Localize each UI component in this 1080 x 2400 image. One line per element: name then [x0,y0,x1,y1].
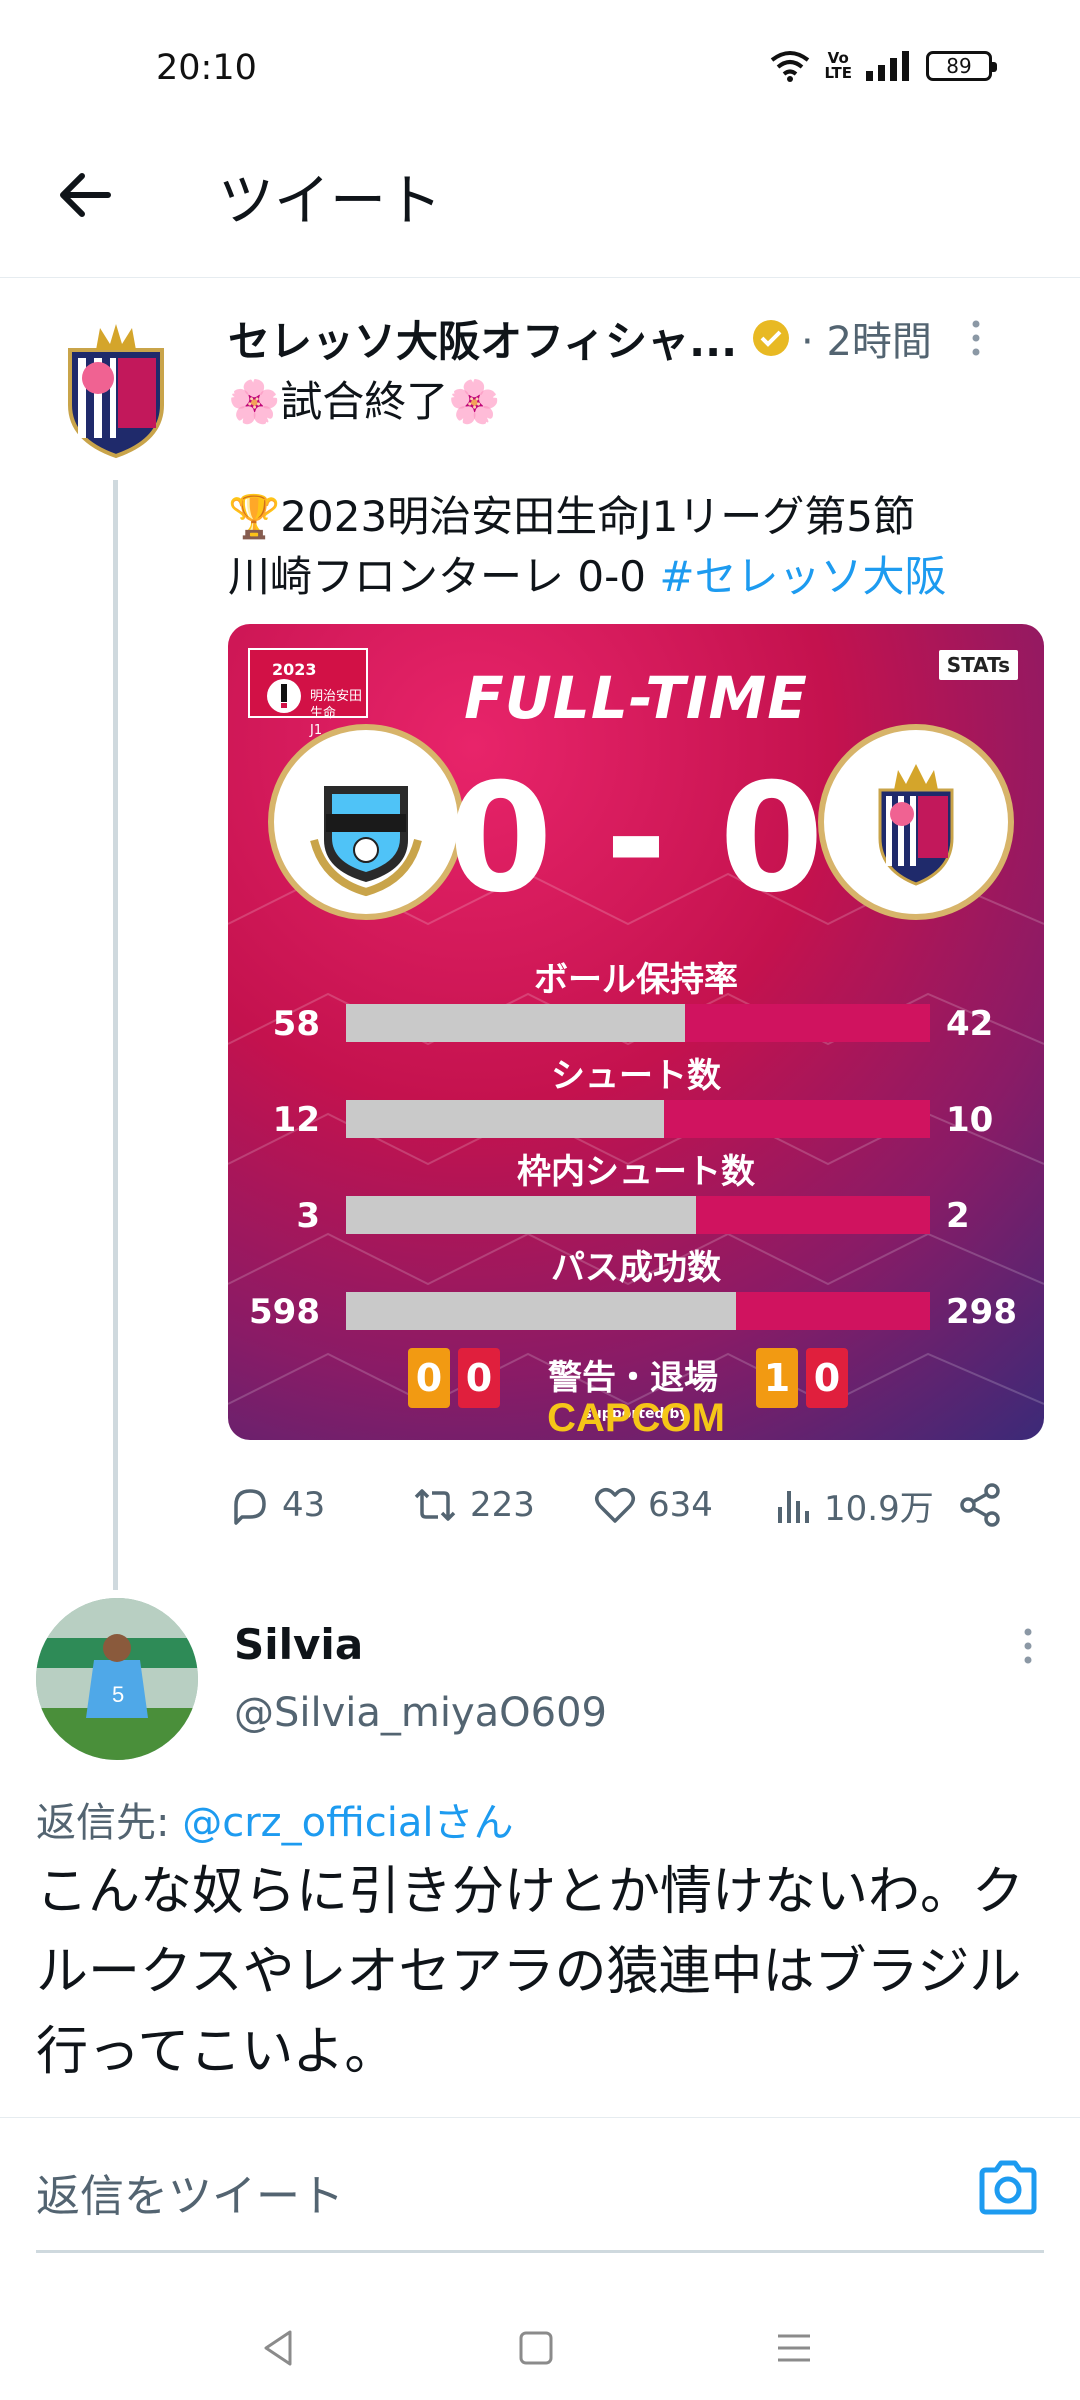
more-options-icon[interactable] [966,318,986,358]
reply-text: こんな奴らに引き分けとか情けないわ。クルークスやレオセアラの猿連中はブラジル行っ… [36,1862,1025,2082]
view-count: 10.9万 [824,1488,934,1529]
author-name[interactable]: セレッソ大阪オフィシャ... [228,308,737,369]
away-team-crest [818,724,1014,920]
verified-badge-icon [753,320,790,356]
wifi-icon [771,51,810,82]
like-count: 634 [648,1485,713,1525]
stat-away-value: 298 [946,1292,1017,1332]
tweet-line-3: 川崎フロンターレ 0-0 #セレッソ大阪 [228,552,947,601]
stat-home-value: 12 [272,1100,320,1140]
tweet-time: · 2時間 [801,319,932,365]
volte-indicator: Vo LTE [824,49,852,82]
nav-back-icon[interactable] [248,2318,308,2378]
stat-away-value: 10 [946,1100,994,1140]
stat-home-value: 58 [272,1004,320,1044]
tweet-actions: 43 223 634 10.9万 [228,1470,1028,1540]
like-button[interactable]: 634 [592,1470,713,1540]
svg-text:5: 5 [112,1682,124,1707]
views-chart-icon [778,1491,809,1523]
stat-bar-home-fill [346,1004,685,1042]
views-button[interactable]: 10.9万 [774,1470,934,1540]
stat-bar [346,1004,930,1042]
stat-label-shots-on-target: 枠内シュート数 [517,1152,755,1192]
reply-button[interactable]: 43 [228,1470,325,1540]
stat-bar [346,1292,930,1330]
camera-icon[interactable] [976,2158,1040,2218]
tweet-line-2: 🏆2023明治安田生命J1リーグ第5節 [228,492,916,541]
status-time: 20:10 [156,48,257,88]
match-stats-image[interactable]: 2023 明治安田生命J1 LEAGUE STATs FULL-TIME 0 -… [228,624,1044,1440]
page-title: ツイート [218,169,442,234]
stat-row-shots-on-target: 3 2 [228,1196,1044,1236]
signal-icon [866,51,909,81]
retweet-count: 223 [470,1485,535,1525]
back-arrow-icon[interactable] [50,160,120,230]
sponsor-logo: CAPCOM [547,1396,725,1440]
nav-menu-icon[interactable] [764,2318,824,2378]
stat-bar [346,1196,930,1234]
reply-compose-input[interactable]: 返信をツイート [36,2160,344,2224]
stat-label-passes: パス成功数 [551,1248,721,1288]
compose-divider [0,2117,1080,2118]
stat-label-shots: シュート数 [551,1056,721,1096]
reply-author-name[interactable]: Silvia [234,1620,363,1669]
retweet-icon [414,1489,456,1521]
stat-row-shots: 12 10 [228,1100,1044,1140]
stat-label-possession: ボール保持率 [534,960,738,1000]
stat-home-value: 3 [296,1196,320,1236]
stat-bar [346,1100,930,1138]
status-icons: Vo LTE 89 [770,49,997,82]
reply-to-prefix: 返信先: [36,1800,183,1846]
top-bar: ツイート [0,130,1080,278]
status-bar: 20:10 Vo LTE 89 [0,0,1080,130]
stat-row-passes: 598 298 [228,1292,1044,1332]
battery-icon: 89 [926,51,997,81]
system-nav-bar [0,2290,1080,2400]
stat-bar-home-fill [346,1196,697,1234]
tweet-line-1: 🌸試合終了🌸 [228,377,501,426]
reply-to-mention[interactable]: @crz_officialさん [182,1800,513,1846]
reply-icon [234,1489,266,1525]
compose-underline [36,2250,1044,2253]
stat-bar-home-fill [346,1292,736,1330]
reply-author-avatar[interactable]: 5 [36,1598,198,1760]
stat-bar-home-fill [346,1100,665,1138]
thread-line [113,480,118,1590]
tweet-text: 🌸試合終了🌸 🏆2023明治安田生命J1リーグ第5節 川崎フロンターレ 0-0 … [228,372,1028,607]
stat-home-value: 598 [249,1292,320,1332]
stat-away-value: 42 [946,1004,994,1044]
reply-more-options-icon[interactable] [1018,1626,1038,1666]
stat-away-value: 2 [946,1196,970,1236]
heart-icon [595,1488,635,1523]
reply-to-line: 返信先: @crz_officialさん [36,1790,514,1848]
hashtag-link[interactable]: #セレッソ大阪 [659,552,946,601]
reply-author-handle[interactable]: @Silvia_miyaO609 [234,1690,607,1736]
stat-row-possession: 58 42 [228,1004,1044,1044]
reply-count: 43 [282,1485,326,1525]
share-icon[interactable] [958,1482,1004,1528]
nav-home-icon[interactable] [506,2318,566,2378]
tweet-header: セレッソ大阪オフィシャ... · 2時間 [228,306,1028,370]
fulltime-title: FULL-TIME [464,664,808,732]
author-avatar[interactable] [40,310,192,462]
retweet-button[interactable]: 223 [410,1470,535,1540]
